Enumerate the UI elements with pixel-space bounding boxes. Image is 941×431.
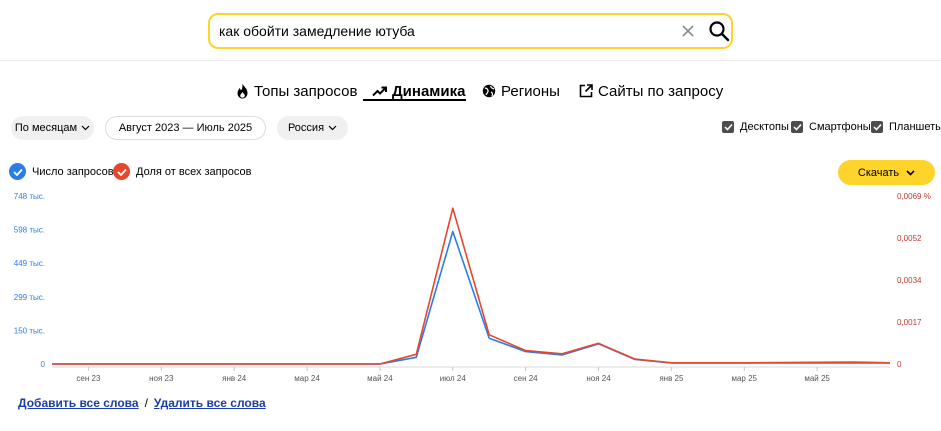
check-icon — [113, 163, 130, 180]
x-tick-label: янв 25 — [659, 374, 684, 383]
x-tick-label: июл 24 — [440, 374, 467, 383]
legend-share-label: Доля от всех запросов — [136, 165, 252, 178]
chevron-down-icon — [906, 169, 915, 176]
x-tick-label: май 25 — [804, 374, 830, 383]
y-left-tick-label: 150 тыс. — [14, 326, 45, 335]
device-tablet-label: Планшеты — [889, 121, 941, 133]
links-separator: / — [144, 396, 148, 410]
y-left-tick-label: 299 тыс. — [14, 293, 45, 302]
chevron-down-icon — [81, 125, 90, 131]
clear-icon[interactable] — [680, 23, 696, 39]
x-tick-label: мар 24 — [294, 374, 320, 383]
y-left-tick-label: 0 — [41, 360, 46, 369]
tab-dynamics-label: Динамика — [392, 82, 466, 100]
y-left-tick-label: 449 тыс. — [14, 259, 45, 268]
device-desktop-label: Десктопы — [740, 121, 789, 133]
tab-top-queries-label: Топы запросов — [254, 82, 358, 100]
x-tick-label: янв 24 — [222, 374, 247, 383]
word-actions: Добавить все слова / Удалить все слова — [18, 396, 266, 410]
dynamics-chart: 0 150 тыс. 299 тыс. 449 тыс. 598 тыс. 748 тыс… — [14, 192, 931, 383]
chevron-down-icon — [328, 125, 337, 131]
globe-icon — [482, 84, 496, 98]
fire-icon — [237, 83, 248, 99]
y-left-tick-label: 748 тыс. — [14, 192, 45, 201]
date-range-value: Август 2023 — Июль 2025 — [118, 122, 253, 134]
checkbox-checked-icon — [722, 121, 734, 133]
y-left-tick-label: 598 тыс. — [14, 226, 45, 235]
y-right-tick-label: 0,0069 % — [897, 192, 931, 201]
x-tick-label: май 24 — [367, 374, 393, 383]
date-range-picker[interactable]: Август 2023 — Июль 2025 — [105, 116, 266, 140]
period-type-select[interactable]: По месяцам — [11, 116, 94, 140]
check-icon — [9, 163, 26, 180]
search-input[interactable] — [219, 15, 659, 47]
tab-sites[interactable]: Сайты по запросу — [579, 80, 723, 102]
active-tab-indicator — [363, 99, 466, 101]
checkbox-checked-icon — [791, 121, 803, 133]
region-select[interactable]: Россия — [277, 116, 348, 140]
remove-all-words-link[interactable]: Удалить все слова — [154, 396, 266, 410]
device-smartphone-checkbox[interactable]: Смартфоны — [791, 121, 871, 133]
add-all-words-link[interactable]: Добавить все слова — [18, 396, 139, 410]
external-link-icon — [579, 84, 593, 98]
checkbox-checked-icon — [871, 121, 883, 133]
x-tick-label: сен 24 — [514, 374, 539, 383]
y-right-tick-label: 0 — [897, 360, 902, 369]
legend-queries-toggle[interactable]: Число запросов — [9, 163, 114, 180]
x-tick-label: мар 25 — [731, 374, 757, 383]
search-box — [208, 13, 733, 49]
download-button[interactable]: Скачать — [838, 160, 935, 185]
region-value: Россия — [287, 122, 325, 134]
device-desktop-checkbox[interactable]: Десктопы — [722, 121, 789, 133]
legend-share-toggle[interactable]: Доля от всех запросов — [113, 163, 251, 180]
series-line-queries — [52, 230, 890, 365]
tab-regions[interactable]: Регионы — [482, 80, 560, 102]
x-tick-label: ноя 24 — [586, 374, 611, 383]
y-right-tick-label: 0,0052 — [897, 234, 922, 243]
legend-queries-label: Число запросов — [32, 165, 114, 178]
search-icon[interactable] — [708, 20, 730, 42]
period-type-value: По месяцам — [14, 122, 78, 134]
device-smartphone-label: Смартфоны — [809, 121, 871, 133]
header-divider — [0, 60, 941, 61]
tab-sites-label: Сайты по запросу — [598, 82, 724, 100]
x-tick-label: ноя 23 — [149, 374, 174, 383]
y-right-tick-label: 0,0017 — [897, 318, 922, 327]
download-label: Скачать — [857, 166, 900, 179]
tab-top-queries[interactable]: Топы запросов — [236, 80, 357, 102]
device-tablet-checkbox[interactable]: Планшеты — [871, 121, 941, 133]
x-tick-label: сен 23 — [76, 374, 101, 383]
trend-icon — [372, 86, 387, 97]
y-right-tick-label: 0,0034 — [897, 276, 922, 285]
tab-regions-label: Регионы — [501, 82, 560, 100]
